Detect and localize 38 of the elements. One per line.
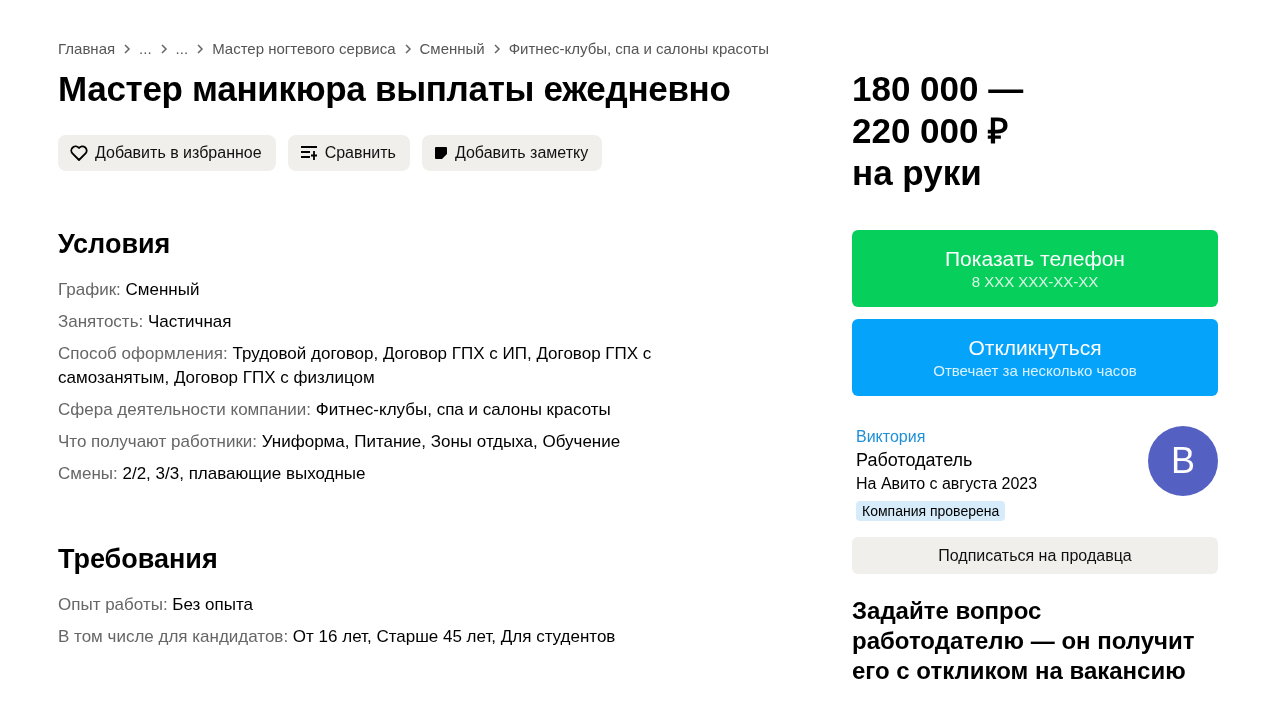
list-icon [299, 145, 318, 161]
action-button[interactable]: Добавить заметку [421, 135, 603, 171]
salary-text: 180 000 — [852, 68, 1025, 110]
breadcrumb-link[interactable]: ... [139, 40, 152, 57]
heart-icon [70, 145, 88, 161]
condition-row-text: График: Сменный [58, 279, 201, 301]
chevron-icon [492, 43, 501, 54]
section-heading: Требования [58, 544, 219, 575]
condition-row-text: Способ оформления: Трудовой договор, Договор ГПХ с ИП, Договор ГПХ с самозанятым, Договор ГПХ с физлицом [58, 343, 653, 389]
verified-badge: Компания проверена [856, 501, 1006, 521]
breadcrumb-link[interactable]: Главная [58, 40, 116, 57]
action-button[interactable]: Сравнить [287, 135, 410, 171]
condition-row-text: Сфера деятельности компании: Фитнес-клубы, спа и салоны красоты [58, 399, 612, 421]
subscribe-button[interactable]: Подписаться на продавца [852, 537, 1218, 574]
chevron-icon [403, 43, 412, 54]
breadcrumb-link[interactable]: Мастер ногтевого сервиса [212, 40, 396, 57]
breadcrumb-link[interactable]: Фитнес-клубы, спа и салоны красоты [508, 40, 769, 57]
condition-row-text: Опыт работы: Без опыта [58, 594, 255, 616]
avatar: В [1148, 426, 1218, 496]
seller-name[interactable]: Виктория [856, 428, 926, 446]
seller-since: На Авито с августа 2023 [856, 475, 1038, 493]
breadcrumb-link[interactable]: ... [175, 40, 189, 57]
condition-row-text: Занятость: Частичная [58, 311, 233, 333]
section-heading: Условия [58, 229, 172, 260]
salary-text: 220 000 ₽ [852, 110, 1010, 152]
chevron-icon [123, 43, 132, 54]
chevron-icon [159, 43, 168, 54]
page-title: Мастер маникюра выплаты ежедневно [58, 69, 732, 109]
note-icon [433, 146, 448, 160]
chevron-icon [196, 43, 205, 54]
action-button[interactable]: Добавить в избранное [58, 135, 276, 171]
salary-text: на руки [852, 152, 983, 194]
condition-row-text: Что получают работники: Униформа, Питание, Зоны отдыха, Обучение [58, 431, 622, 453]
seller-role: Работодатель [856, 450, 973, 471]
breadcrumb-link[interactable]: Сменный [419, 40, 485, 57]
question-heading: Задайте вопрос работодателю — он получит его с откликом на вакансию [852, 596, 1196, 680]
condition-row-text: Смены: 2/2, 3/3, плавающие выходные [58, 463, 367, 485]
condition-row-text: В том числе для кандидатов: От 16 лет, Старше 45 лет, Для студентов [58, 626, 617, 648]
